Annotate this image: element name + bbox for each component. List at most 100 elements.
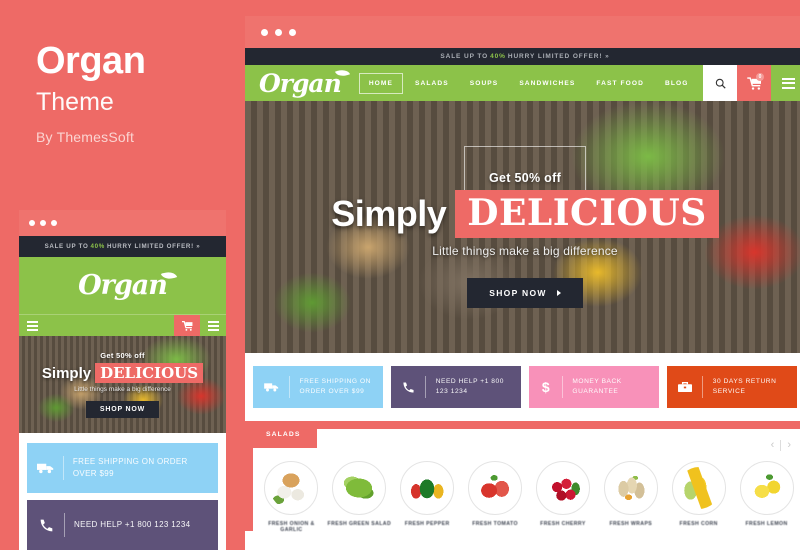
announcement-pre: SALE UP TO [440, 53, 489, 60]
hero-offer-text: Get 50% off [488, 171, 562, 185]
nav-item-blog[interactable]: BLOG [656, 74, 697, 93]
mobile-feature-text: NEED HELP +1 800 123 1234 [74, 520, 191, 530]
carousel-prev-button[interactable]: ‹ [771, 439, 775, 451]
product-name: FRESH TOMATO [472, 521, 518, 527]
hamburger-icon [207, 320, 219, 331]
tab-salads[interactable]: SALADS [250, 421, 317, 448]
feature-card-help[interactable]: NEED HELP +1 800 123 1234 [391, 366, 521, 408]
product-name: FRESH ONION & GARLIC [268, 521, 315, 533]
announcement-bar[interactable]: SALE UP TO 40% HURRY LIMITED OFFER! » [245, 48, 800, 65]
product-item[interactable]: FRESH WRAPS [598, 461, 663, 533]
product-thumbnail [332, 461, 387, 515]
browser-chrome [245, 16, 800, 48]
carousel-next-button[interactable]: › [787, 439, 791, 451]
briefcase-icon [678, 381, 692, 393]
shop-now-label: SHOP NOW [489, 288, 547, 298]
site-logo[interactable]: Organ [245, 65, 359, 101]
cart-button[interactable]: 0 [737, 65, 771, 101]
mobile-announcement-post: HURRY LIMITED OFFER! » [106, 243, 201, 250]
product-thumbnail [468, 461, 523, 515]
products-card: SALADS ‹ › FRESH ONION & GARLIC FRESH GR… [250, 421, 800, 533]
phone-icon [402, 381, 415, 394]
menu-toggle-button[interactable] [771, 65, 800, 101]
mobile-hero-tagline: Little things make a big difference [74, 386, 171, 393]
window-dot-maximize[interactable] [51, 220, 57, 226]
window-dot-minimize[interactable] [275, 28, 282, 36]
truck-icon [264, 382, 279, 392]
product-item[interactable]: FRESH ONION & GARLIC [259, 461, 324, 533]
product-item[interactable]: FRESH GREEN SALAD [327, 461, 392, 533]
feature-divider [63, 456, 64, 480]
nav-item-fast-food[interactable]: FAST FOOD [587, 74, 653, 93]
feature-strip: FREE SHIPPING ON ORDER OVER $99 NEED HEL… [245, 353, 800, 421]
product-name: FRESH WRAPS [609, 521, 653, 527]
product-item[interactable]: FRESH CHERRY [531, 461, 596, 533]
nav-item-soups[interactable]: SOUPS [461, 74, 508, 93]
feature-divider [64, 513, 65, 537]
mobile-site-logo[interactable]: Organ [78, 268, 178, 301]
phone-icon [37, 518, 55, 533]
cart-icon [181, 320, 192, 331]
logo-text: Organ [259, 68, 342, 98]
products-section: SALADS ‹ › FRESH ONION & GARLIC FRESH GR… [245, 421, 800, 533]
desktop-preview-mockup: SALE UP TO 40% HURRY LIMITED OFFER! » Or… [245, 16, 800, 550]
mobile-toolbar-spacer [45, 315, 174, 336]
mobile-announcement-bar[interactable]: SALE UP TO 40% HURRY LIMITED OFFER! » [19, 236, 226, 257]
product-name: FRESH PEPPER [404, 521, 450, 527]
brand-subtitle: Theme [36, 87, 114, 116]
nav-item-sandwiches[interactable]: SANDWICHES [510, 74, 584, 93]
feature-card-return[interactable]: 30 DAYS RETURN SERVICE [667, 366, 797, 408]
mobile-shop-now-button[interactable]: SHOP NOW [85, 401, 160, 418]
feature-card-money-back[interactable]: $ MONEY BACK GUARANTEE [529, 366, 659, 408]
hamburger-icon [26, 320, 38, 331]
window-dot-close[interactable] [261, 28, 268, 36]
mobile-menu-button-right[interactable] [200, 315, 226, 336]
cherry-image [541, 467, 584, 509]
mobile-cart-button[interactable] [174, 315, 200, 336]
product-thumbnail [264, 461, 319, 515]
window-dot-minimize[interactable] [40, 220, 46, 226]
search-button[interactable] [703, 65, 737, 101]
mobile-hero-banner: Get 50% off Simply DELICIOUS Little thin… [19, 336, 226, 433]
carousel-divider [780, 439, 782, 451]
feature-card-shipping[interactable]: FREE SHIPPING ON ORDER OVER $99 [253, 366, 383, 408]
feature-text: FREE SHIPPING ON ORDER OVER $99 [299, 377, 371, 395]
nav-item-home[interactable]: HOME [358, 72, 403, 94]
product-thumbnail [603, 461, 658, 515]
product-item[interactable]: FRESH LEMON [734, 461, 799, 533]
nav-item-salads[interactable]: SALADS [406, 74, 458, 93]
window-dot-close[interactable] [29, 220, 35, 226]
product-item[interactable]: FRESH PEPPER [395, 461, 460, 533]
mobile-headline-part2: DELICIOUS [95, 363, 204, 383]
product-carousel: FRESH ONION & GARLIC FRESH GREEN SALAD F… [253, 461, 800, 533]
product-item[interactable]: FRESH TOMATO [463, 461, 528, 533]
window-dot-maximize[interactable] [289, 28, 296, 36]
arrow-right-icon [556, 290, 561, 296]
lemon-image [745, 467, 788, 509]
announcement-highlight: 40% [490, 53, 506, 60]
mobile-hero-headline: Simply DELICIOUS [41, 363, 204, 383]
mobile-feature-card[interactable]: FREE SHIPPING ON ORDER OVER $99 [27, 443, 218, 493]
mobile-logo-text: Organ [78, 270, 168, 301]
feature-divider [289, 376, 290, 398]
tomato-image [474, 467, 517, 509]
product-name: FRESH LEMON [745, 521, 788, 527]
product-thumbnail [739, 461, 794, 515]
mobile-menu-button-left[interactable] [19, 315, 45, 336]
brand-author: By ThemesSoft [36, 128, 135, 145]
feature-text: NEED HELP +1 800 123 1234 [435, 377, 504, 395]
product-item[interactable]: FRESH CORN [666, 461, 731, 533]
hero-banner: Get 50% off Simply DELICIOUS Little thin… [245, 101, 800, 353]
product-name: FRESH CORN [679, 521, 718, 527]
mobile-toolbar [19, 314, 226, 336]
shop-now-button[interactable]: SHOP NOW [467, 278, 583, 308]
product-name: FRESH CHERRY [540, 521, 586, 527]
feature-divider [702, 376, 703, 398]
mobile-hero-offer: Get 50% off [100, 351, 145, 360]
mobile-headline-part1: Simply [41, 364, 92, 382]
headline-part1: Simply [331, 193, 447, 234]
dollar-icon: $ [541, 379, 550, 395]
mobile-feature-card[interactable]: NEED HELP +1 800 123 1234 [27, 500, 218, 550]
mobile-browser-chrome [19, 210, 226, 236]
hamburger-icon [781, 77, 795, 89]
